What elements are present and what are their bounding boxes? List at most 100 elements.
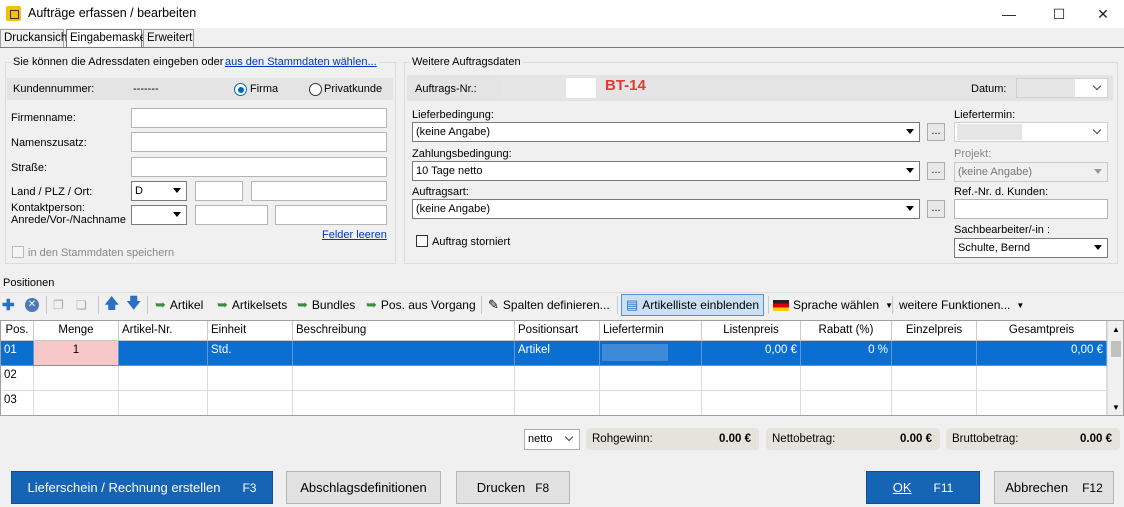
vorname-input[interactable] (195, 205, 268, 225)
strasse-input[interactable] (131, 157, 387, 177)
dropdown-arrow-icon (906, 168, 914, 173)
pos-aus-vorgang-button[interactable]: ➥ Pos. aus Vorgang (366, 295, 476, 315)
col-header-artikelnr[interactable]: Artikel-Nr. (119, 321, 208, 341)
zahlungsbedingung-more-button[interactable]: ... (927, 162, 945, 180)
cell-pos[interactable]: 01 (1, 341, 34, 366)
ort-input[interactable] (251, 181, 387, 201)
firmenname-input[interactable] (131, 108, 387, 128)
lieferbedingung-more-button[interactable]: ... (927, 123, 945, 141)
auftragsart-label: Auftragsart: (412, 186, 469, 198)
projekt-value: (keine Angabe) (958, 166, 1032, 178)
anrede-label: Anrede/Vor-/Nachname (11, 214, 126, 226)
tab-eingabemaske[interactable]: Eingabemaske (66, 29, 146, 48)
auftragsart-select[interactable]: (keine Angabe) (412, 199, 920, 219)
clear-fields-link[interactable]: Felder leeren (322, 229, 387, 241)
delete-row-icon[interactable]: ✕ (25, 295, 39, 315)
dropdown-arrow-icon (173, 188, 181, 193)
cell-artikelnr[interactable] (119, 341, 208, 366)
col-header-menge[interactable]: Menge (34, 321, 119, 341)
tab-erweitert[interactable]: Erweitert (143, 29, 194, 47)
cell-listenpreis[interactable]: 0,00 € (702, 341, 801, 366)
sachbearbeiter-select[interactable]: Schulte, Bernd (954, 238, 1108, 258)
col-header-positionsart[interactable]: Positionsart (515, 321, 600, 341)
ok-button[interactable]: OK F11 (866, 471, 980, 504)
move-down-icon[interactable]: 🡇 (126, 295, 141, 315)
col-header-gesamtpreis[interactable]: Gesamtpreis (977, 321, 1107, 341)
spalten-definieren-button[interactable]: ✎ Spalten definieren... (488, 295, 610, 315)
abbrechen-button[interactable]: Abbrechen F12 (994, 471, 1114, 504)
weitere-funktionen-button[interactable]: weitere Funktionen... ▼ (899, 295, 1024, 315)
col-header-einheit[interactable]: Einheit (208, 321, 293, 341)
sprache-button[interactable]: Sprache wählen ▼ (773, 295, 893, 315)
paste-icon[interactable]: ❏ (76, 295, 87, 315)
abschlagsdefinitionen-button[interactable]: Abschlagsdefinitionen (286, 471, 441, 504)
zahlungsbedingung-value: 10 Tage netto (416, 165, 483, 177)
anrede-select[interactable] (131, 205, 187, 225)
drucken-button[interactable]: Drucken F8 (456, 471, 570, 504)
chevron-down-icon (1092, 125, 1102, 135)
projekt-select[interactable]: (keine Angabe) (954, 162, 1108, 182)
lieferschein-rechnung-button[interactable]: Lieferschein / Rechnung erstellen F3 (11, 471, 273, 504)
cell-rabatt[interactable]: 0 % (801, 341, 892, 366)
plz-input[interactable] (195, 181, 243, 201)
cell-pos[interactable]: 02 (1, 366, 34, 391)
auftragsart-more-button[interactable]: ... (927, 200, 945, 218)
land-plz-ort-label: Land / PLZ / Ort: (11, 186, 93, 198)
lieferbedingung-value: (keine Angabe) (416, 126, 490, 138)
save-master-data-checkbox[interactable] (12, 246, 24, 258)
col-header-beschreibung[interactable]: Beschreibung (293, 321, 515, 341)
artikelsets-button[interactable]: ➥ Artikelsets (217, 295, 287, 315)
scroll-up-icon[interactable]: ▲ (1112, 325, 1120, 334)
radio-firma[interactable] (234, 83, 247, 96)
artikel-button[interactable]: ➥ Artikel (155, 295, 203, 315)
vertical-scrollbar[interactable]: ▲ ▼ (1107, 321, 1123, 415)
lieferbedingung-select[interactable]: (keine Angabe) (412, 122, 920, 142)
copy-icon[interactable]: ❐ (53, 295, 64, 315)
nachname-input[interactable] (275, 205, 387, 225)
artikelliste-button[interactable]: ▤ Artikelliste einblenden (621, 294, 765, 316)
refnr-input[interactable] (954, 199, 1108, 219)
scroll-thumb[interactable] (1111, 341, 1121, 357)
zahlungsbedingung-select[interactable]: 10 Tage netto (412, 161, 920, 181)
cell-pos[interactable]: 03 (1, 391, 34, 415)
minimize-button[interactable]: — (986, 0, 1032, 28)
move-up-icon[interactable]: 🡅 (104, 295, 119, 315)
dropdown-arrow-icon (906, 129, 914, 134)
netto-label: Nettobetrag: (772, 433, 836, 445)
land-select[interactable]: D (131, 181, 187, 201)
col-header-rabatt[interactable]: Rabatt (%) (801, 321, 892, 341)
netto-brutto-select[interactable]: netto (524, 429, 580, 450)
order-number-label: Auftrags-Nr.: (415, 83, 477, 95)
tab-druckansicht[interactable]: Druckansicht (0, 29, 70, 47)
date-picker[interactable] (1016, 78, 1108, 98)
strasse-label: Straße: (11, 162, 48, 174)
rohgewinn-value: 0.00 € (719, 433, 751, 445)
cell-liefertermin[interactable] (600, 341, 702, 366)
add-row-icon[interactable]: ✚ (2, 295, 15, 315)
window-title: Aufträge erfassen / bearbeiten (28, 6, 197, 20)
radio-privatkunde[interactable] (309, 83, 322, 96)
namenszusatz-input[interactable] (131, 132, 387, 152)
cell-einzelpreis[interactable] (892, 341, 977, 366)
cell-menge[interactable]: 1 (34, 341, 119, 366)
cell-einheit[interactable]: Std. (208, 341, 293, 366)
land-value: D (135, 185, 143, 197)
col-header-pos[interactable]: Pos. (1, 321, 34, 341)
scroll-down-icon[interactable]: ▼ (1112, 403, 1120, 412)
bundles-button[interactable]: ➥ Bundles (297, 295, 355, 315)
col-header-liefertermin[interactable]: Liefertermin (600, 321, 702, 341)
sachbearbeiter-value: Schulte, Bernd (958, 242, 1031, 254)
positions-toolbar: ✚ ✕ ❐ ❏ 🡅 🡇 ➥ Artikel ➥ Artikelsets ➥ Bundl… (0, 292, 1124, 316)
kontaktperson-label: Kontaktperson: (11, 202, 85, 214)
choose-from-master-data-link[interactable]: aus den Stammdaten wählen... (225, 56, 379, 68)
col-header-einzelpreis[interactable]: Einzelpreis (892, 321, 977, 341)
maximize-button[interactable]: ☐ (1036, 0, 1082, 28)
cell-gesamtpreis[interactable]: 0,00 € (977, 341, 1107, 366)
col-header-listenpreis[interactable]: Listenpreis (702, 321, 801, 341)
cell-positionsart[interactable]: Artikel (515, 341, 600, 366)
rohgewinn-label: Rohgewinn: (592, 433, 653, 445)
cell-beschreibung[interactable] (293, 341, 515, 366)
close-button[interactable]: ✕ (1080, 0, 1124, 28)
liefertermin-picker[interactable] (954, 122, 1108, 142)
auftrag-storniert-checkbox[interactable] (416, 235, 428, 247)
